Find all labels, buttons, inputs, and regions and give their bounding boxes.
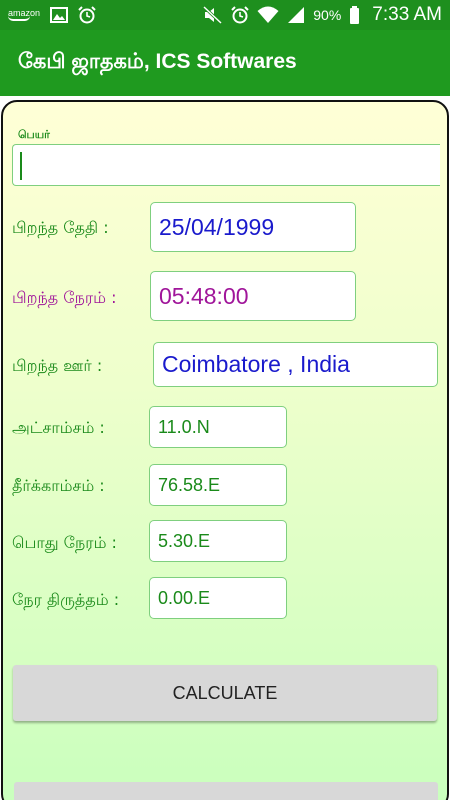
standard-time-field[interactable]: 5.30.E xyxy=(149,520,287,562)
birth-date-label: பிறந்த தேதி : xyxy=(12,218,109,237)
image-icon xyxy=(50,7,69,23)
name-input[interactable] xyxy=(12,144,440,186)
latitude-label: அட்சாம்சம் : xyxy=(12,418,105,437)
text-caret xyxy=(20,152,22,180)
birth-time-field[interactable]: 05:48:00 xyxy=(150,271,356,321)
amazon-icon: amazon xyxy=(8,9,40,21)
birth-place-label: பிறந்த ஊர் : xyxy=(12,356,103,375)
status-bar: amazon 90% 7:33 AM xyxy=(0,0,450,30)
time-correction-field[interactable]: 0.00.E xyxy=(149,577,287,619)
app-bar: கேபி ஜாதகம், ICS Softwares xyxy=(0,30,450,96)
calculate-button[interactable]: CALCULATE xyxy=(13,665,437,721)
signal-icon xyxy=(288,7,305,23)
name-label: பெயர் xyxy=(18,128,50,141)
wifi-icon xyxy=(257,6,279,23)
standard-time-label: பொது நேரம் : xyxy=(12,533,117,552)
birth-place-field[interactable]: Coimbatore , India xyxy=(153,342,438,387)
status-time: 7:33 AM xyxy=(372,4,442,25)
longitude-label: தீர்க்காம்சம் : xyxy=(12,476,105,495)
battery-icon xyxy=(350,5,360,24)
time-correction-label: நேர திருத்தம் : xyxy=(12,590,120,609)
bottom-button-partial[interactable] xyxy=(14,782,438,800)
birth-time-label: பிறந்த நேரம் : xyxy=(12,288,117,307)
battery-percent: 90% xyxy=(313,7,342,23)
alarm-icon xyxy=(231,6,249,24)
birth-date-field[interactable]: 25/04/1999 xyxy=(150,202,356,252)
longitude-field[interactable]: 76.58.E xyxy=(149,464,287,506)
latitude-field[interactable]: 11.0.N xyxy=(149,406,287,448)
app-title: கேபி ஜாதகம், ICS Softwares xyxy=(18,50,297,73)
alarm-icon xyxy=(78,6,96,24)
mute-icon xyxy=(203,6,223,24)
